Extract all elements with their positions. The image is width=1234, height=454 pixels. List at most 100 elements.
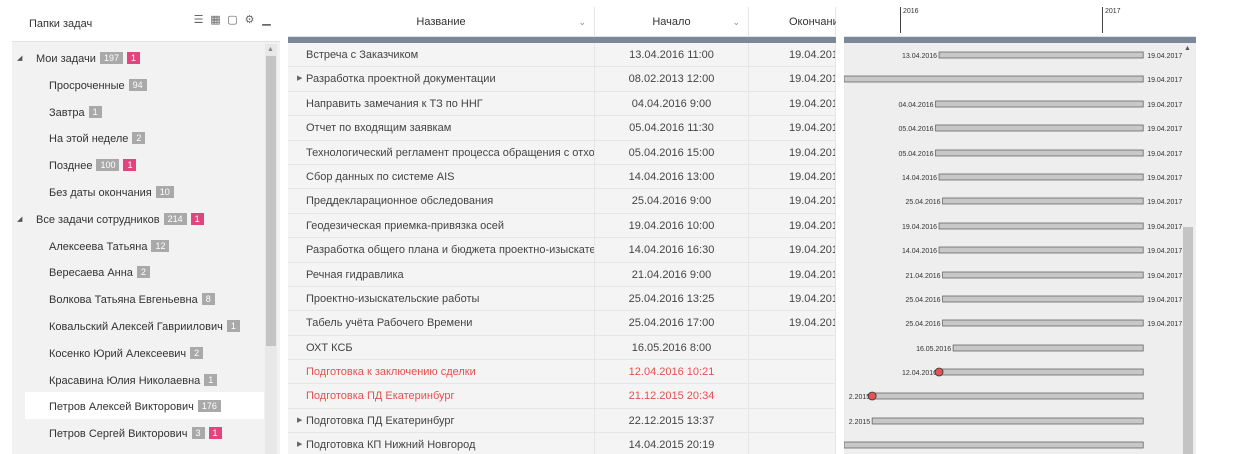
- task-name-cell[interactable]: ▶ Подготовка ПД Екатеринбург: [288, 408, 595, 434]
- tree-item[interactable]: Красавина Юлия Николаевна 1: [12, 366, 264, 393]
- gantt-row: 25.04.2016 19.04.2017: [844, 189, 1196, 213]
- table-row[interactable]: Разработка общего плана и бюджета проект…: [288, 238, 836, 263]
- folder-tree-scrollbar[interactable]: ▲: [265, 44, 277, 454]
- task-name-cell[interactable]: Технологический регламент процесса обращ…: [288, 140, 595, 165]
- tree-item-label: Петров Сергей Викторович 3 1: [49, 427, 222, 440]
- task-start-cell: 14.04.2015 20:19: [595, 433, 749, 454]
- task-name-cell[interactable]: Разработка общего плана и бюджета проект…: [288, 238, 595, 263]
- calendar-icon[interactable]: ▢: [227, 15, 238, 26]
- tree-group[interactable]: ◢ Мои задачи 197 1: [12, 44, 264, 71]
- expand-row-icon[interactable]: ▶: [297, 433, 302, 454]
- table-row[interactable]: ▶ Разработка проектной документации 08.02.…: [288, 67, 836, 92]
- gantt-bar[interactable]: [942, 197, 1144, 205]
- tree-item[interactable]: Просроченные 94: [12, 71, 264, 98]
- chevron-down-icon[interactable]: ⌄: [732, 7, 740, 37]
- scroll-up-icon[interactable]: ▲: [1184, 45, 1191, 52]
- gantt-row: 05.04.2016 19.04.2017: [844, 141, 1196, 165]
- gantt-bar[interactable]: [938, 368, 1144, 376]
- gantt-scrollbar[interactable]: ▲: [1182, 43, 1194, 454]
- expand-arrow-icon[interactable]: ◢: [17, 215, 22, 223]
- grid-icon[interactable]: ▦: [210, 15, 221, 26]
- gantt-bar[interactable]: [942, 295, 1144, 303]
- task-name-cell[interactable]: Речная гидравлика: [288, 262, 595, 287]
- gantt-bar[interactable]: [844, 441, 1144, 449]
- table-row[interactable]: Подготовка к заключению сделки 12.04.2016…: [288, 360, 836, 385]
- gantt-bar[interactable]: [844, 75, 1144, 83]
- task-name-cell[interactable]: Геодезическая приемка-привязка осей: [288, 213, 595, 239]
- tree-item-text: Алексеева Татьяна: [49, 240, 148, 253]
- tree-item[interactable]: Завтра 1: [12, 98, 264, 125]
- tree-item[interactable]: Ковальский Алексей Гавриилович 1: [12, 312, 264, 339]
- expand-row-icon[interactable]: ▶: [297, 67, 302, 91]
- table-row[interactable]: Отчет по входящим заявкам 05.04.2016 11:3…: [288, 116, 836, 141]
- minimize-icon[interactable]: ▁: [261, 15, 272, 26]
- table-row[interactable]: Речная гидравлика 21.04.2016 9:00 19.04.20…: [288, 262, 836, 287]
- tree-item[interactable]: Петров Алексей Викторович 176: [25, 392, 264, 420]
- gantt-bar[interactable]: [935, 124, 1144, 132]
- gantt-bar[interactable]: [938, 51, 1144, 59]
- column-end-header[interactable]: Окончани: [749, 7, 836, 37]
- tree-item[interactable]: Алексеева Татьяна 12: [12, 232, 264, 259]
- table-row[interactable]: Проектно-изыскательские работы 25.04.2016…: [288, 286, 836, 312]
- tree-item[interactable]: Вересаева Анна 2: [12, 258, 264, 285]
- task-folders-title: Папки задач: [29, 18, 93, 30]
- gantt-bar[interactable]: [938, 173, 1144, 181]
- table-row[interactable]: ▶ Подготовка ПД Екатеринбург 22.12.2015 13…: [288, 408, 836, 434]
- gantt-bar[interactable]: [942, 319, 1144, 327]
- task-name-cell[interactable]: Проектно-изыскательские работы: [288, 286, 595, 312]
- task-name-cell[interactable]: Встреча с Заказчиком: [288, 43, 595, 68]
- scrollbar-thumb[interactable]: [1183, 227, 1193, 454]
- gantt-milestone-marker[interactable]: [934, 367, 944, 377]
- tree-item[interactable]: Петров Сергей Викторович 3 1: [12, 419, 264, 446]
- table-row[interactable]: Направить замечания к ТЗ по ННГ 04.04.201…: [288, 91, 836, 117]
- gantt-row: 19.04.2016 19.04.2017: [844, 214, 1196, 238]
- column-start-header[interactable]: Начало ⌄: [595, 7, 749, 37]
- table-row[interactable]: Технологический регламент процесса обращ…: [288, 140, 836, 165]
- scrollbar-thumb[interactable]: [266, 56, 276, 346]
- tree-item[interactable]: Косенко Юрий Алексеевич 2: [12, 339, 264, 366]
- gantt-bar[interactable]: [871, 393, 1144, 400]
- task-name-cell[interactable]: ОХТ КСБ: [288, 335, 595, 361]
- gantt-bar[interactable]: [938, 222, 1144, 230]
- task-name-cell[interactable]: Преддекларационное обследования: [288, 189, 595, 214]
- task-name-cell[interactable]: Направить замечания к ТЗ по ННГ: [288, 91, 595, 117]
- table-row[interactable]: ОХТ КСБ 16.05.2016 8:00: [288, 335, 836, 361]
- tree-item[interactable]: Позднее 100 1: [12, 151, 264, 178]
- task-name-cell[interactable]: Подготовка к заключению сделки: [288, 360, 595, 385]
- table-row[interactable]: ▶ Подготовка КП Нижний Новгород 14.04.2015…: [288, 433, 836, 454]
- task-name-cell[interactable]: Отчет по входящим заявкам: [288, 116, 595, 141]
- scroll-up-icon[interactable]: ▲: [267, 46, 274, 53]
- gantt-bar[interactable]: [952, 344, 1144, 352]
- gantt-bar[interactable]: [938, 246, 1144, 254]
- tree-group[interactable]: ◢ Все задачи сотрудников 214 1: [12, 205, 264, 232]
- task-name-cell[interactable]: Табель учёта Рабочего Времени: [288, 311, 595, 336]
- gear-icon[interactable]: ⚙: [244, 15, 255, 26]
- table-row[interactable]: Встреча с Заказчиком 13.04.2016 11:00 19.0…: [288, 43, 836, 68]
- count-badge: 1: [204, 373, 218, 386]
- task-name-cell[interactable]: ▶ Подготовка КП Нижний Новгород: [288, 433, 595, 454]
- gantt-milestone-marker[interactable]: [867, 392, 877, 401]
- tree-item[interactable]: Волкова Татьяна Евгеньевна 8: [12, 285, 264, 312]
- gantt-bar[interactable]: [942, 271, 1144, 278]
- table-row[interactable]: Подготовка ПД Екатеринбург 21.12.2015 20:…: [288, 384, 836, 409]
- gantt-end-label: 19.04.2017: [1147, 297, 1182, 304]
- tree-item[interactable]: Без даты окончания 10: [12, 178, 264, 205]
- table-row[interactable]: Преддекларационное обследования 25.04.201…: [288, 189, 836, 214]
- tree-item[interactable]: На этой неделе 2: [12, 124, 264, 151]
- gantt-bar[interactable]: [935, 100, 1144, 108]
- gantt-bar[interactable]: [871, 417, 1144, 425]
- expand-row-icon[interactable]: ▶: [297, 409, 302, 433]
- task-name-cell[interactable]: Сбор данных по системе AIS: [288, 164, 595, 190]
- gantt-start-label: 25.04.2016: [906, 199, 941, 206]
- expand-arrow-icon[interactable]: ◢: [17, 54, 22, 62]
- table-row[interactable]: Табель учёта Рабочего Времени 25.04.2016 …: [288, 311, 836, 336]
- column-name-header[interactable]: Название ⌄: [288, 7, 595, 37]
- gantt-bar[interactable]: [935, 149, 1144, 156]
- list-icon[interactable]: ☰: [193, 15, 204, 26]
- task-name-cell[interactable]: ▶ Разработка проектной документации: [288, 67, 595, 92]
- task-end-cell: [749, 408, 836, 434]
- table-row[interactable]: Геодезическая приемка-привязка осей 19.04…: [288, 213, 836, 239]
- table-row[interactable]: Сбор данных по системе AIS 14.04.2016 13:…: [288, 164, 836, 190]
- task-name-cell[interactable]: Подготовка ПД Екатеринбург: [288, 384, 595, 409]
- chevron-down-icon[interactable]: ⌄: [578, 7, 586, 37]
